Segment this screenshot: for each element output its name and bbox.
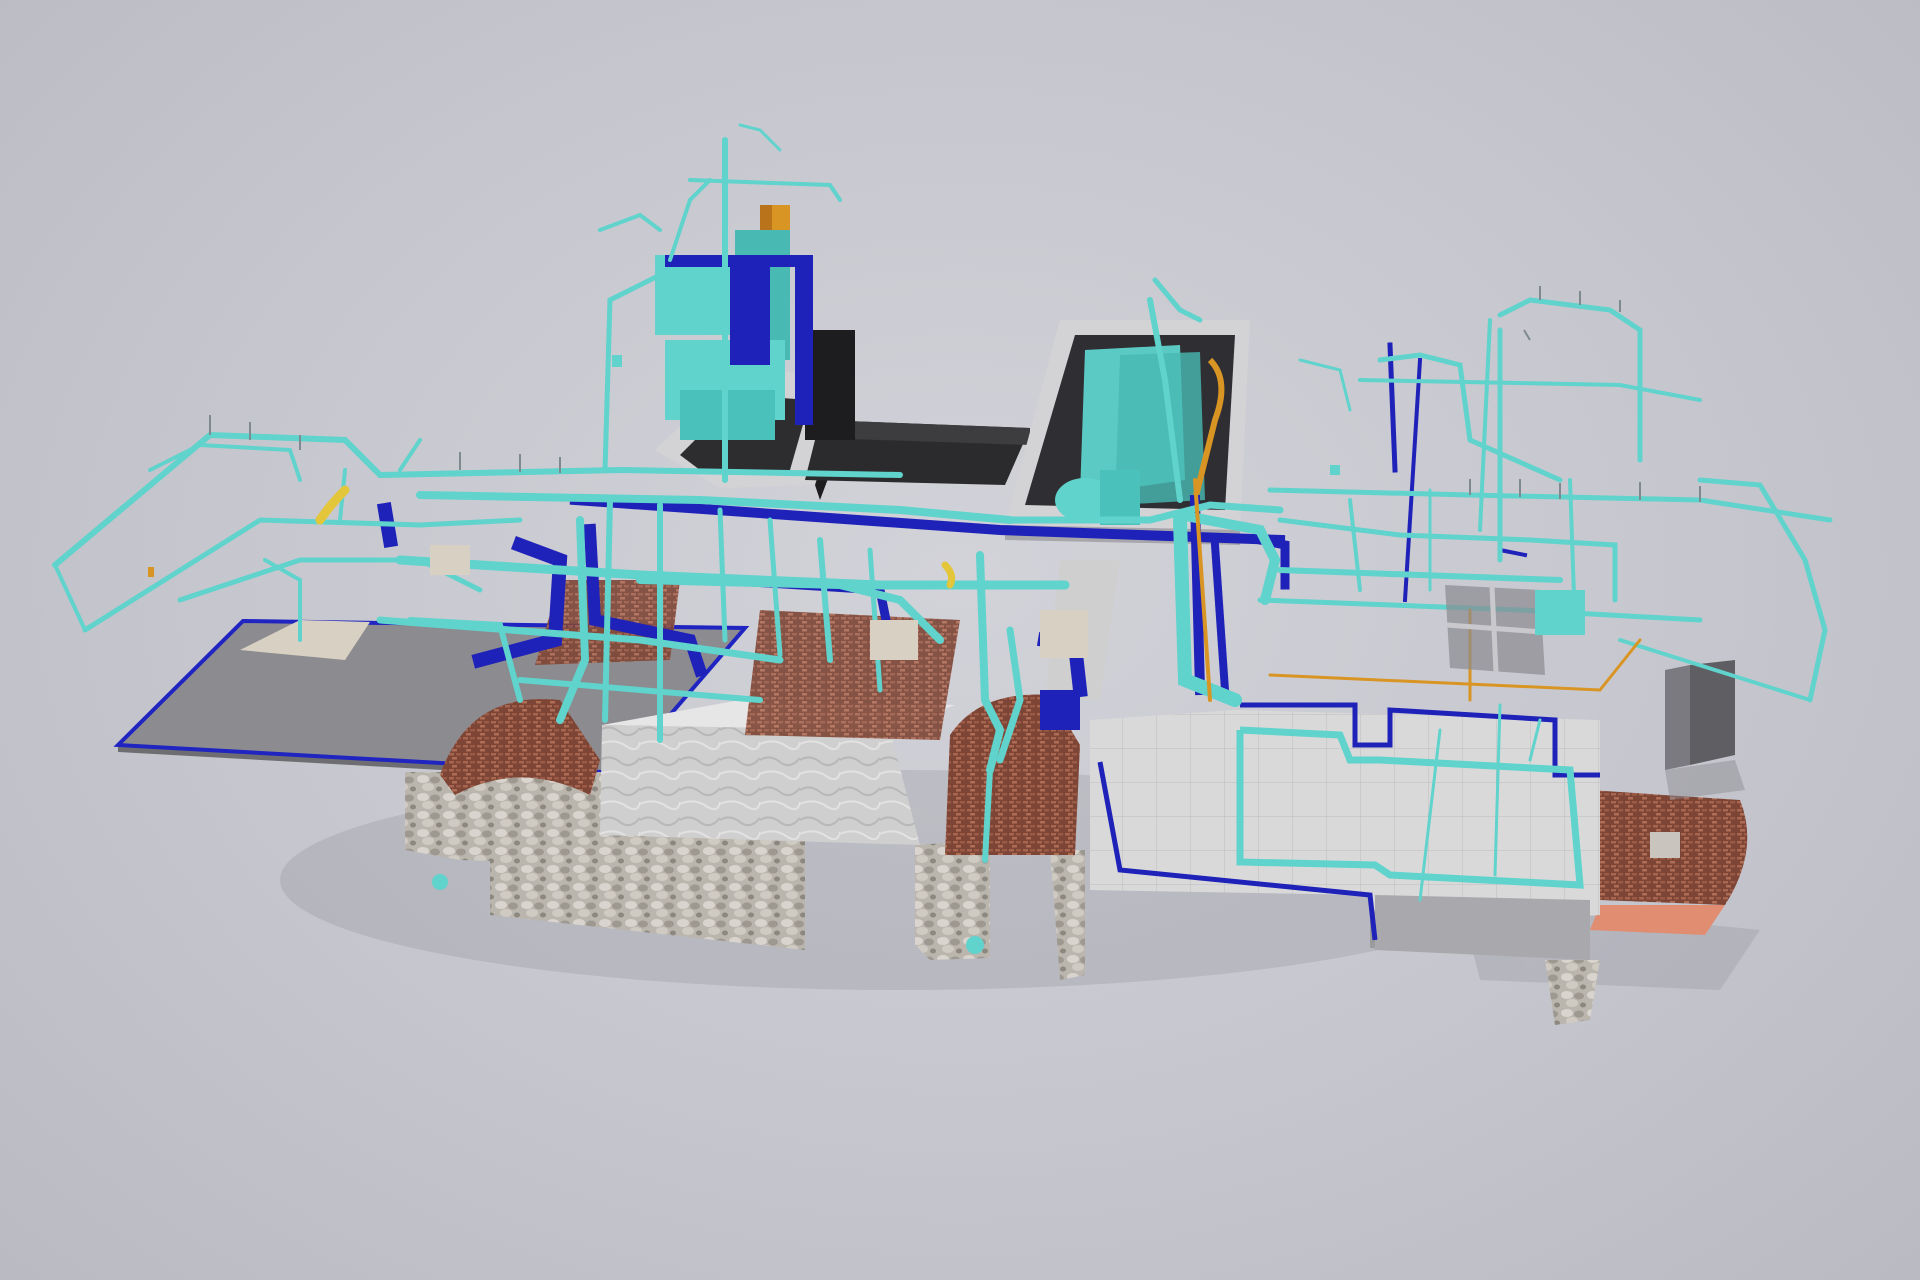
mechanical-pit <box>1005 320 1250 545</box>
model-viewport[interactable] <box>0 0 1920 1280</box>
structural-column <box>1665 660 1745 800</box>
right-floor-grid <box>1445 585 1585 675</box>
building-services-model <box>52 123 1833 1025</box>
air-handling-tower <box>655 205 855 440</box>
